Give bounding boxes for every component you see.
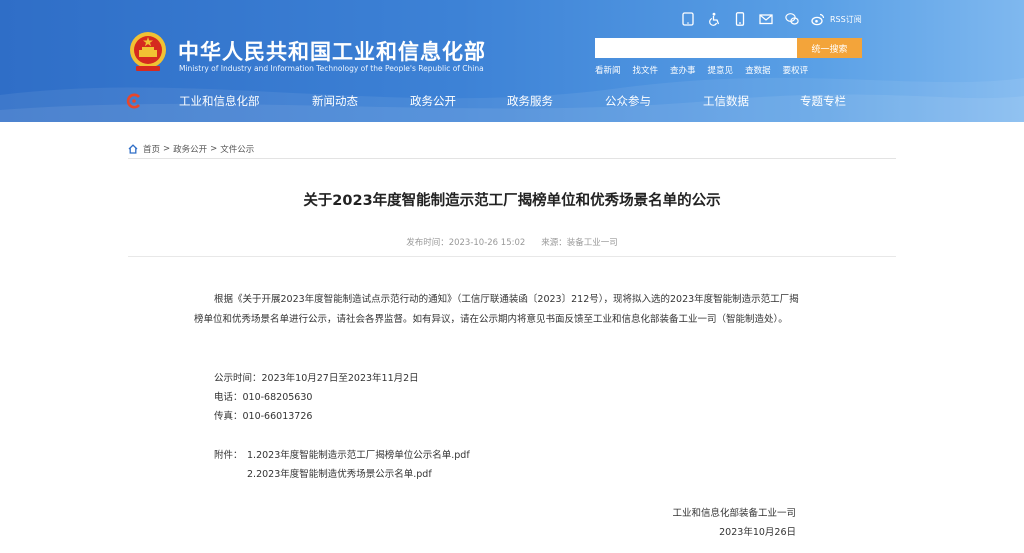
national-emblem-icon[interactable] [128, 30, 168, 74]
nav-item-ministry[interactable]: 工业和信息化部 [179, 93, 260, 109]
rss-link[interactable]: RSS订阅 [830, 14, 862, 25]
article-title: 关于2023年度智能制造示范工厂揭榜单位和优秀场景名单的公示 [303, 193, 721, 209]
accessibility-icon[interactable] [706, 11, 722, 27]
nav-item-topics[interactable]: 专题专栏 [800, 93, 846, 109]
mail-icon[interactable] [758, 11, 774, 27]
utility-icon-bar: RSS订阅 [680, 11, 862, 27]
quick-link-data[interactable]: 查数据 [745, 64, 771, 76]
search-input[interactable] [595, 38, 797, 58]
breadcrumb-gov-affairs[interactable]: 政务公开 [173, 143, 207, 155]
weibo-icon[interactable] [810, 11, 826, 27]
publish-time: 发布时间：2023-10-26 15:02 [406, 238, 526, 248]
nav-item-news[interactable]: 新闻动态 [312, 93, 358, 109]
article-paragraph: 根据《关于开展2023年度智能制造试点示范行动的通知》（工信厅联通装函〔2023… [194, 294, 799, 325]
signature-org: 工业和信息化部装备工业一司 [672, 508, 796, 519]
nav-item-gov-services[interactable]: 政务服务 [507, 93, 553, 109]
breadcrumb-home[interactable]: 首页 [143, 143, 160, 155]
divider [128, 256, 896, 257]
attachment-link[interactable]: 2.2023年度智能制造优秀场景公示名单.pdf [247, 466, 432, 480]
attachment-label: 附件： [214, 450, 243, 461]
quick-link-services[interactable]: 查办事 [670, 64, 696, 76]
notice-period: 公示时间：2023年10月27日至2023年11月2日 [214, 373, 419, 384]
main-nav [126, 90, 176, 112]
site-title-english: Ministry of Industry and Information Tec… [179, 64, 484, 73]
wechat-icon[interactable] [784, 11, 800, 27]
article-meta: 发布时间：2023-10-26 15:02 来源：装备工业一司 [128, 236, 896, 248]
breadcrumb-separator: > [210, 144, 218, 154]
divider [128, 158, 896, 159]
pad-icon[interactable] [680, 11, 696, 27]
breadcrumb-file-notice[interactable]: 文件公示 [220, 143, 254, 155]
quick-link-files[interactable]: 找文件 [633, 64, 659, 76]
quick-link-news[interactable]: 看新闻 [595, 64, 621, 76]
breadcrumb: 首页 > 政务公开 > 文件公示 [128, 143, 254, 155]
breadcrumb-separator: > [163, 144, 171, 154]
nav-item-data[interactable]: 工信数据 [703, 93, 749, 109]
quick-link-rights[interactable]: 要权评 [783, 64, 809, 76]
site-title[interactable]: 中华人民共和国工业和信息化部 [178, 36, 486, 66]
quick-links: 看新闻 找文件 查办事 提意见 查数据 要权评 [595, 64, 820, 76]
contact-phone: 电话：010-68205630 [214, 392, 313, 403]
ministry-logo-icon[interactable] [126, 93, 142, 109]
quick-link-feedback[interactable]: 提意见 [708, 64, 734, 76]
article-source: 来源：装备工业一司 [541, 238, 618, 248]
attachment-link[interactable]: 1.2023年度智能制造示范工厂揭榜单位公示名单.pdf [247, 447, 470, 461]
site-header: 中华人民共和国工业和信息化部 Ministry of Industry and … [0, 0, 1024, 122]
home-icon [128, 144, 138, 154]
search-button[interactable]: 统一搜索 [797, 38, 862, 58]
mobile-icon[interactable] [732, 11, 748, 27]
contact-fax: 传真：010-66013726 [214, 411, 313, 422]
signature-date: 2023年10月26日 [719, 527, 796, 538]
nav-item-gov-affairs[interactable]: 政务公开 [410, 93, 456, 109]
nav-item-public-participation[interactable]: 公众参与 [605, 93, 651, 109]
